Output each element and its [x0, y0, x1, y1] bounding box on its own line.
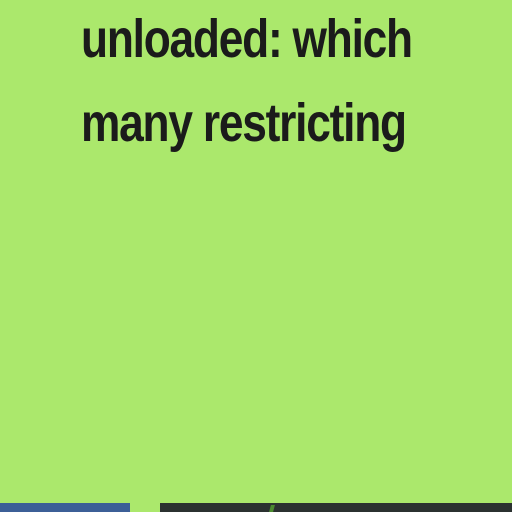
dark-photo-thumbnail[interactable] [160, 503, 512, 512]
article-heading: unloaded: which many restricting [81, 0, 512, 165]
blue-thumbnail[interactable] [0, 503, 130, 512]
heading-line-1: unloaded: which [81, 9, 413, 69]
webpage-viewport: unloaded: which many restricting [0, 0, 512, 512]
heading-line-2: many restricting [81, 93, 407, 153]
